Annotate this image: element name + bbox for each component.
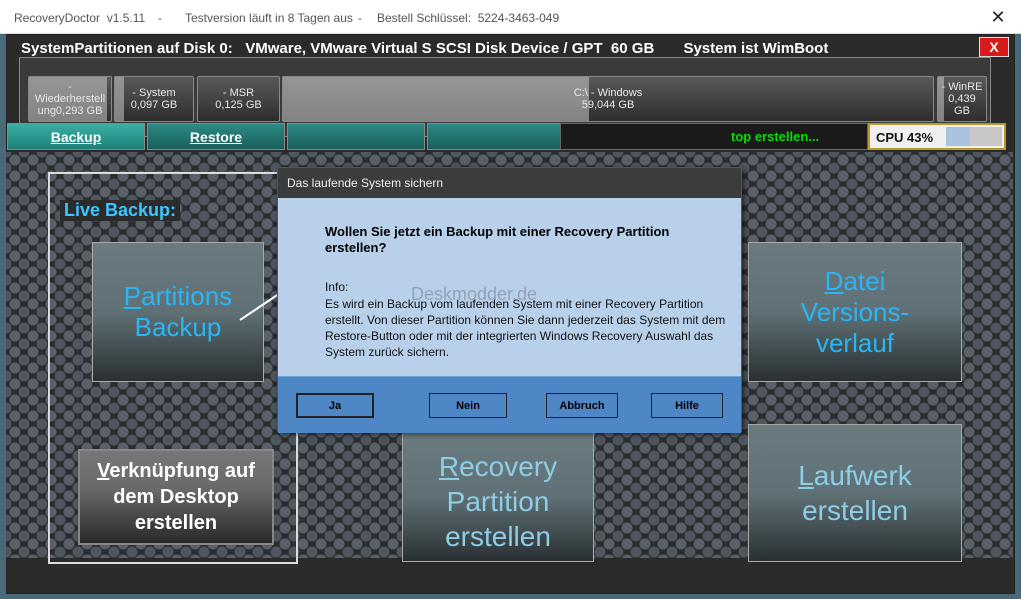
- tile-text: artitions: [141, 281, 233, 311]
- tile-text: Backup: [134, 312, 222, 342]
- dialog-question: Wollen Sie jetzt ein Backup mit einer Re…: [325, 224, 670, 255]
- tile-text: Versions-: [800, 296, 910, 327]
- tab-4[interactable]: [427, 123, 565, 150]
- cpu-meter: CPU 43%: [868, 123, 1006, 150]
- cpu-label: CPU 43%: [876, 130, 934, 145]
- dialog-footer: Ja Nein Abbruch Hilfe: [278, 376, 741, 433]
- tile-text: dem Desktop: [113, 486, 239, 508]
- partition-windows[interactable]: C:\ - Windows 59,044 GB: [282, 76, 934, 122]
- partition-size: 0,097 GB: [130, 99, 178, 111]
- partition-label: C:\ - Windows: [573, 87, 643, 99]
- tile-text: erstellen: [445, 520, 551, 552]
- help-button[interactable]: Hilfe: [651, 393, 723, 418]
- window-titlebar: RecoveryDoctor v1.5.11 - Testversion läu…: [0, 0, 1021, 34]
- tile-text: erstellen: [802, 495, 908, 526]
- partition-size: 0,125 GB: [215, 99, 262, 111]
- laufwerk-erstellen-button[interactable]: Laufwerk erstellen: [748, 424, 962, 562]
- live-backup-label: Live Backup:: [60, 200, 181, 221]
- tile-text: verlauf: [815, 327, 895, 358]
- tab-backup[interactable]: Backup: [7, 123, 145, 150]
- partition-label: -: [68, 81, 72, 93]
- cancel-button[interactable]: Abbruch: [546, 393, 618, 418]
- partition-label: - MSR: [222, 87, 255, 99]
- partition-size: ung0,293 GB: [37, 105, 103, 117]
- tile-text: ecovery: [459, 450, 558, 482]
- tile-text: atei: [843, 265, 886, 296]
- accelerator-letter: L: [798, 460, 814, 491]
- partition-system[interactable]: - System 0,097 GB: [114, 76, 194, 122]
- desktop-shortcut-button[interactable]: Verknüpfung auf dem Desktop erstellen: [78, 449, 274, 545]
- partition-winre[interactable]: - WinRE 0,439 GB: [937, 76, 987, 122]
- accelerator-letter: R: [438, 450, 460, 482]
- accelerator-letter: D: [824, 265, 844, 296]
- tile-line: Datei: [825, 266, 886, 297]
- tile-line: Verknüpfung auf: [97, 458, 255, 484]
- partition-size: 0,439: [948, 93, 976, 105]
- dialog-info-title: Info:: [325, 280, 349, 294]
- datei-versionsverlauf-button[interactable]: Datei Versions- verlauf: [748, 242, 962, 382]
- yes-button[interactable]: Ja: [296, 393, 374, 418]
- partitions-backup-button[interactable]: Partitions Backup: [92, 242, 264, 382]
- partition-recovery[interactable]: - Wiederherstell ung0,293 GB: [28, 76, 112, 122]
- tile-text: aufwerk: [813, 460, 912, 491]
- dialog-info-text: Es wird ein Backup vom laufenden System …: [325, 297, 726, 359]
- cpu-bar-track: [946, 127, 1002, 146]
- title-separator: -: [358, 11, 362, 25]
- dialog-title: Das laufende System sichern: [278, 168, 741, 198]
- cpu-bar-fill: [946, 127, 971, 146]
- order-key: Bestell Schlüssel: 5224-3463-049: [377, 11, 560, 25]
- title-separator: -: [158, 11, 162, 25]
- tab-3[interactable]: [287, 123, 425, 150]
- partition-msr[interactable]: - MSR 0,125 GB: [197, 76, 280, 122]
- accelerator-letter: V: [97, 460, 110, 482]
- tile-line: Partitions: [124, 281, 232, 312]
- backup-confirm-dialog: Das laufende System sichern Wollen Sie j…: [277, 167, 742, 433]
- partition-label: Wiederherstell: [34, 93, 106, 105]
- app-close-button[interactable]: X: [979, 37, 1009, 57]
- tile-text: erstellen: [134, 512, 218, 534]
- no-button[interactable]: Nein: [429, 393, 507, 418]
- recovery-partition-button[interactable]: Recovery Partition erstellen: [402, 432, 594, 562]
- status-text: top erstellen...: [560, 123, 868, 150]
- tab-restore[interactable]: Restore: [147, 123, 285, 150]
- tile-line: Recovery: [439, 449, 557, 484]
- tile-text: Partition: [446, 485, 550, 517]
- app-title: RecoveryDoctor v1.5.11: [14, 11, 146, 25]
- partition-size: GB: [954, 105, 970, 117]
- partition-label: - System: [132, 87, 176, 99]
- partition-label: - WinRE: [941, 81, 983, 93]
- trial-notice: Testversion läuft in 8 Tagen aus: [185, 11, 353, 25]
- tile-line: Laufwerk: [798, 458, 912, 493]
- tile-text: erknüpfung auf: [109, 460, 255, 482]
- window-close-icon[interactable]: ✕: [975, 0, 1021, 34]
- partition-size: 59,044 GB: [581, 99, 635, 111]
- accelerator-letter: P: [123, 281, 142, 311]
